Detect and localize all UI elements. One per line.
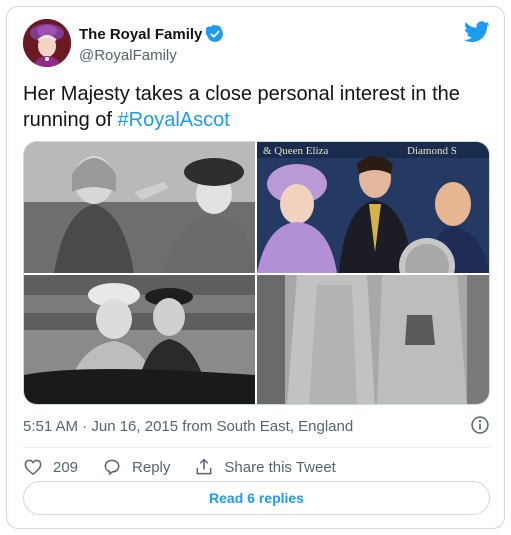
share-button[interactable]: Share this Tweet [194, 457, 336, 477]
twitter-bird-icon[interactable] [463, 21, 490, 43]
photo-colour-queen-at-ascot[interactable]: & Queen Eliza Diamond S [257, 142, 489, 273]
tweet-meta: 5:51 AM · Jun 16, 2015 from South East, … [23, 413, 490, 439]
tweet-text: Her Majesty takes a close personal inter… [23, 81, 490, 133]
share-icon [196, 458, 212, 475]
like-button[interactable]: 209 [23, 457, 78, 477]
divider [23, 447, 490, 448]
tweet-actions: 209 Reply Share this Tweet [23, 451, 490, 483]
heart-icon [24, 459, 42, 476]
share-label: Share this Tweet [224, 458, 336, 476]
tweet-header: The Royal Family @RoyalFamily [23, 19, 490, 69]
photo-bw-queen-and-duke-carriage[interactable] [24, 275, 255, 404]
timestamp[interactable]: 5:51 AM · Jun 16, 2015 from South East, … [23, 418, 353, 435]
account-handle[interactable]: @RoyalFamily [79, 47, 177, 64]
read-replies-button[interactable]: Read 6 replies [23, 481, 490, 515]
photo-bw-raincoats[interactable] [257, 275, 489, 404]
account-name[interactable]: The Royal Family [79, 26, 202, 43]
avatar[interactable] [23, 19, 71, 67]
sign-text: & Queen Eliza [263, 145, 328, 157]
like-count: 209 [53, 458, 79, 476]
sign-text-right: Diamond S [407, 145, 457, 157]
media-grid: & Queen Eliza Diamond S [23, 141, 490, 405]
reply-label: Reply [132, 458, 171, 476]
hashtag-link[interactable]: #RoyalAscot [118, 109, 230, 131]
photo-bw-queen-and-queen-mother[interactable] [24, 142, 255, 273]
verified-badge-icon [204, 24, 224, 43]
info-icon[interactable] [470, 415, 490, 435]
reply-button[interactable]: Reply [102, 457, 170, 477]
tweet-body: Her Majesty takes a close personal inter… [23, 83, 460, 131]
reply-icon [104, 459, 120, 475]
tweet-card: The Royal Family @RoyalFamily Her Majest… [6, 6, 505, 529]
